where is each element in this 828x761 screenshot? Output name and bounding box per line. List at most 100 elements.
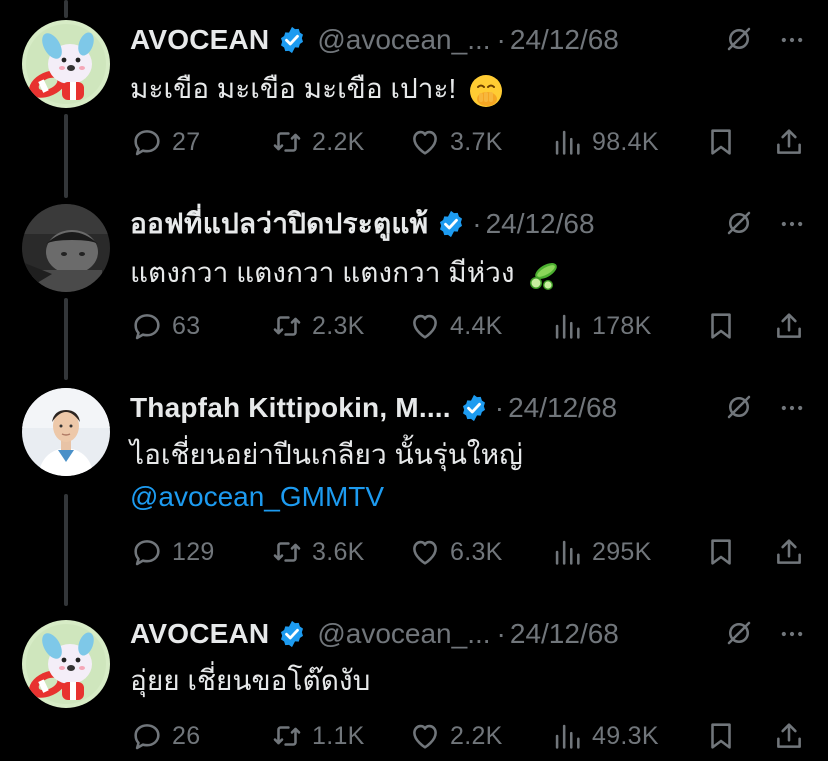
display-name[interactable]: Thapfah Kittipokin, M.... — [130, 392, 451, 424]
share-icon — [777, 539, 801, 564]
heart-icon — [413, 724, 437, 749]
cucumber-icon — [530, 262, 558, 290]
separator-dot: · — [494, 392, 505, 423]
reply-button[interactable]: 129 — [130, 532, 215, 572]
like-count: 4.4K — [450, 311, 503, 340]
tweet-date[interactable]: 24/12/68 — [486, 208, 595, 240]
bookmark-button[interactable] — [704, 532, 738, 572]
share-icon — [777, 313, 801, 338]
avatar-mascot-image — [22, 20, 110, 108]
action-bar: 129 3.6K 6.3K 295K — [130, 532, 810, 572]
more-options-icon[interactable] — [778, 26, 806, 54]
grok-icon[interactable] — [724, 392, 754, 422]
retweet-count: 3.6K — [312, 537, 365, 566]
retweet-count: 1.1K — [312, 721, 365, 750]
display-name[interactable]: ออฟที่แปลว่าปิดประตูแพ้ — [130, 202, 428, 246]
verified-badge-icon — [281, 26, 304, 54]
tweet[interactable]: Thapfah Kittipokin, M.... · 24/12/68 ไอเ… — [0, 388, 828, 598]
like-button[interactable]: 6.3K — [408, 532, 503, 572]
tweet-text-body: อุ่ยย เชี่ยนขอโต๊ดงับ — [130, 665, 371, 696]
bookmark-button[interactable] — [704, 122, 738, 162]
separator-dot: · — [496, 618, 506, 649]
retweet-button[interactable]: 2.2K — [270, 122, 365, 162]
user-handle[interactable]: @avocean_... — [317, 618, 490, 650]
reply-button[interactable]: 63 — [130, 306, 200, 346]
more-options-icon[interactable] — [778, 210, 806, 238]
share-button[interactable] — [772, 122, 806, 162]
views-chart-icon — [555, 540, 580, 565]
tweet[interactable]: AVOCEAN @avocean_... · 24/12/68 อุ่ยย เช… — [0, 614, 828, 761]
separator-dot: · — [472, 208, 482, 239]
display-name[interactable]: AVOCEAN — [130, 24, 269, 56]
tweet-date[interactable]: 24/12/68 — [508, 392, 617, 424]
heart-icon — [413, 130, 437, 155]
reply-icon — [134, 314, 160, 340]
share-button[interactable] — [772, 306, 806, 346]
retweet-count: 2.2K — [312, 127, 365, 156]
display-name[interactable]: AVOCEAN — [130, 618, 269, 650]
retweet-icon — [273, 726, 301, 746]
bookmark-icon — [711, 539, 731, 565]
views-button[interactable]: 98.4K — [550, 122, 659, 162]
tweet-text-body: มะเขือ มะเขือ มะเขือ เปาะ! — [130, 73, 457, 104]
reply-icon — [134, 724, 160, 750]
more-options-icon[interactable] — [778, 394, 806, 422]
mention-link[interactable]: @avocean_GMMTV — [130, 476, 523, 518]
bookmark-icon — [711, 313, 731, 339]
reply-button[interactable]: 27 — [130, 122, 200, 162]
retweet-icon — [273, 316, 301, 336]
action-bar: 27 2.2K 3.7K 98.4K — [130, 122, 810, 162]
tweet-date[interactable]: 24/12/68 — [510, 618, 619, 650]
like-button[interactable]: 4.4K — [408, 306, 503, 346]
like-button[interactable]: 2.2K — [408, 716, 503, 756]
retweet-button[interactable]: 1.1K — [270, 716, 365, 756]
tweet-header: Thapfah Kittipokin, M.... · 24/12/68 — [130, 388, 617, 428]
view-count: 178K — [592, 311, 652, 340]
grok-icon[interactable] — [724, 208, 754, 238]
grok-icon[interactable] — [724, 24, 754, 54]
bookmark-button[interactable] — [704, 716, 738, 756]
tweet-header: AVOCEAN @avocean_... · 24/12/68 — [130, 20, 619, 60]
avatar-mascot-image — [22, 620, 110, 708]
tweet-header: ออฟที่แปลว่าปิดประตูแพ้ · 24/12/68 — [130, 204, 595, 244]
avatar[interactable] — [22, 20, 110, 108]
avatar[interactable] — [22, 620, 110, 708]
verified-badge-icon — [440, 210, 463, 238]
tweet-text-body: ไอเชี่ยนอย่าปีนเกลียว นั้นรุ่นใหญ่ — [130, 439, 523, 470]
share-button[interactable] — [772, 532, 806, 572]
reply-button[interactable]: 26 — [130, 716, 200, 756]
tweet-text: อุ่ยย เชี่ยนขอโต๊ดงับ — [130, 660, 370, 702]
tweet-text: ไอเชี่ยนอย่าปีนเกลียว นั้นรุ่นใหญ่ @avoc… — [130, 434, 523, 518]
avatar[interactable] — [22, 204, 110, 292]
thread-line-top — [64, 0, 68, 18]
more-options-icon[interactable] — [778, 620, 806, 648]
face-with-hand-over-mouth-icon — [470, 74, 503, 107]
heart-icon — [413, 314, 437, 339]
action-bar: 26 1.1K 2.2K 49.3K — [130, 716, 810, 756]
like-count: 3.7K — [450, 127, 503, 156]
avatar-photo-image — [22, 204, 110, 292]
views-button[interactable]: 49.3K — [550, 716, 659, 756]
reply-icon — [134, 130, 160, 156]
retweet-button[interactable]: 2.3K — [270, 306, 365, 346]
retweet-icon — [273, 542, 301, 562]
views-chart-icon — [555, 130, 580, 155]
reply-count: 129 — [172, 537, 215, 566]
share-button[interactable] — [772, 716, 806, 756]
bookmark-button[interactable] — [704, 306, 738, 346]
like-button[interactable]: 3.7K — [408, 122, 503, 162]
tweet[interactable]: AVOCEAN @avocean_... · 24/12/68 มะเขือ ม… — [0, 20, 828, 190]
verified-badge-icon — [281, 620, 304, 648]
user-handle[interactable]: @avocean_... — [317, 24, 490, 56]
views-button[interactable]: 295K — [550, 532, 652, 572]
retweet-icon — [273, 132, 301, 152]
tweet[interactable]: ออฟที่แปลว่าปิดประตูแพ้ · 24/12/68 แตงกว… — [0, 204, 828, 374]
reply-count: 63 — [172, 311, 201, 340]
retweet-button[interactable]: 3.6K — [270, 532, 365, 572]
grok-icon[interactable] — [724, 618, 754, 648]
views-button[interactable]: 178K — [550, 306, 652, 346]
like-count: 6.3K — [450, 537, 503, 566]
tweet-date[interactable]: 24/12/68 — [510, 24, 619, 56]
avatar[interactable] — [22, 388, 110, 476]
verified-badge-icon — [462, 394, 485, 422]
